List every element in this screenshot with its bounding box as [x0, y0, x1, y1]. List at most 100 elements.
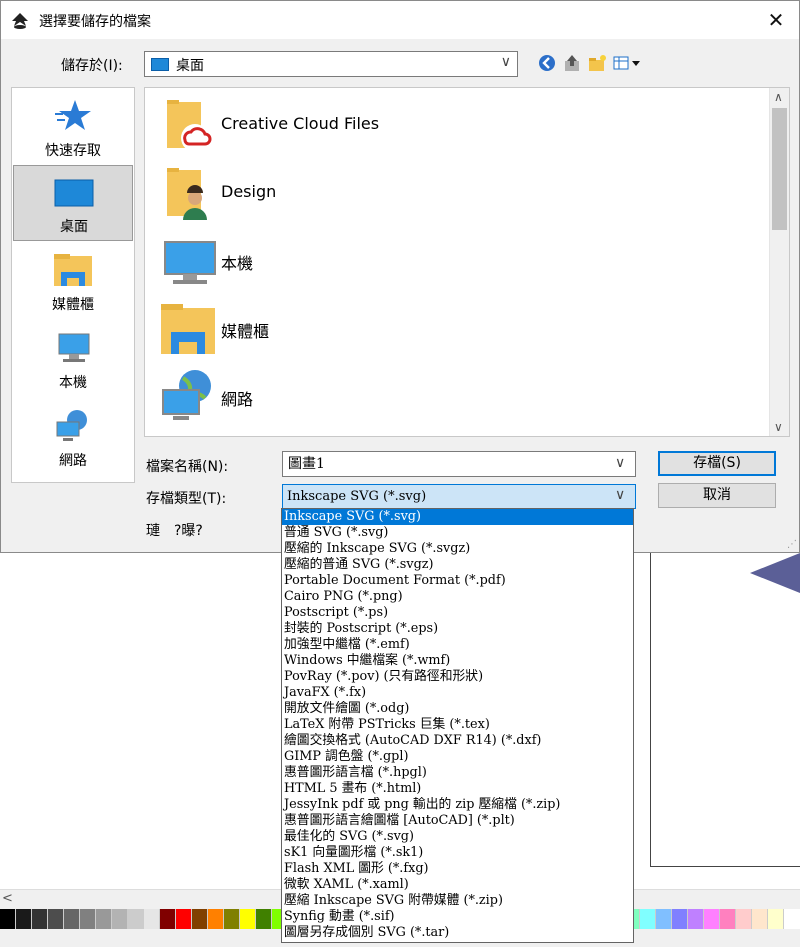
filetype-option[interactable]: Cairo PNG (*.png) [282, 589, 633, 605]
filetype-option[interactable]: 加強型中繼檔 (*.emf) [282, 637, 633, 653]
palette-swatch[interactable] [704, 909, 720, 929]
list-item[interactable]: 網路 [153, 364, 753, 428]
star-icon [55, 100, 91, 130]
palette-swatch[interactable] [240, 909, 256, 929]
chevron-down-icon[interactable]: ∨ [615, 455, 625, 471]
view-menu-icon[interactable] [612, 53, 644, 73]
filename-label: 檔案名稱(N): [146, 459, 229, 475]
file-list[interactable]: Creative Cloud Files Design 本機 媒體櫃 網路 ∧ … [144, 87, 790, 437]
palette-swatch[interactable] [128, 909, 144, 929]
filetype-dropdown[interactable]: Inkscape SVG (*.svg) [282, 484, 636, 509]
new-folder-icon[interactable] [587, 53, 607, 73]
filetype-option[interactable]: Flash XML 圖形 (*.fxg) [282, 861, 633, 877]
resize-grip-icon[interactable]: ⋰ [787, 539, 797, 550]
filetype-option[interactable]: HTML 5 畫布 (*.html) [282, 781, 633, 797]
save-button[interactable]: 存檔(S) [658, 451, 776, 476]
palette-swatch[interactable] [208, 909, 224, 929]
filetype-option[interactable]: 封裝的 Postscript (*.eps) [282, 621, 633, 637]
computer-icon [58, 333, 90, 362]
place-label: 快速存取 [45, 143, 101, 159]
filetype-option[interactable]: 最佳化的 SVG (*.svg) [282, 829, 633, 845]
file-name: 本機 [221, 254, 254, 273]
palette-swatch[interactable] [672, 909, 688, 929]
filetype-option[interactable]: JessyInk pdf 或 png 輸出的 zip 壓縮檔 (*.zip) [282, 797, 633, 813]
desktop-icon [54, 179, 94, 207]
palette-swatch[interactable] [160, 909, 176, 929]
palette-swatch[interactable] [224, 909, 240, 929]
palette-swatch[interactable] [64, 909, 80, 929]
place-label: 本機 [59, 375, 87, 391]
save-in-label: 儲存於(I): [61, 58, 123, 74]
palette-swatch[interactable] [144, 909, 160, 929]
list-item[interactable]: Design [153, 160, 753, 224]
place-this-pc[interactable]: 本機 [13, 322, 133, 398]
filetype-option[interactable]: 繪圖交換格式 (AutoCAD DXF R14) (*.dxf) [282, 733, 633, 749]
filetype-option[interactable]: 圖層另存成個別 SVG (*.tar) [282, 925, 633, 941]
cancel-button[interactable]: 取消 [658, 483, 776, 508]
palette-swatch[interactable] [48, 909, 64, 929]
palette-swatch[interactable] [656, 909, 672, 929]
palette-swatch[interactable] [768, 909, 784, 929]
palette-swatch[interactable] [688, 909, 704, 929]
scroll-thumb[interactable] [772, 108, 787, 230]
palette-swatch[interactable] [96, 909, 112, 929]
file-name: 網路 [221, 390, 254, 409]
filetype-label: 存檔類型(T): [146, 491, 227, 507]
chevron-down-icon: ∨ [500, 54, 511, 70]
palette-swatch[interactable] [640, 909, 656, 929]
filetype-option[interactable]: 惠普圖形語言繪圖檔 [AutoCAD] (*.plt) [282, 813, 633, 829]
palette-swatch[interactable] [192, 909, 208, 929]
filetype-option[interactable]: GIMP 調色盤 (*.gpl) [282, 749, 633, 765]
palette-swatch[interactable] [256, 909, 272, 929]
vertical-scrollbar[interactable]: ∧ ∨ [769, 88, 789, 436]
scroll-left-icon[interactable]: < [2, 891, 13, 906]
filetype-option[interactable]: 惠普圖形語言檔 (*.hpgl) [282, 765, 633, 781]
palette-swatch[interactable] [176, 909, 192, 929]
chevron-down-icon[interactable]: ∨ [615, 487, 625, 503]
save-in-value: 桌面 [176, 58, 204, 74]
save-file-dialog: 選擇要儲存的檔案 ✕ 儲存於(I): 桌面 ∨ 快速存取 桌面 媒體櫃 本機 網… [0, 0, 800, 553]
filetype-option[interactable]: Inkscape SVG (*.svg) [282, 509, 633, 525]
filetype-option[interactable]: 微軟 XAML (*.xaml) [282, 877, 633, 893]
filetype-option[interactable]: JavaFX (*.fx) [282, 685, 633, 701]
filetype-option[interactable]: 壓縮的普通 SVG (*.svgz) [282, 557, 633, 573]
filetype-option[interactable]: 普通 SVG (*.svg) [282, 525, 633, 541]
list-item[interactable]: Creative Cloud Files [153, 92, 753, 156]
filetype-option[interactable]: Windows 中繼檔案 (*.wmf) [282, 653, 633, 669]
palette-swatch[interactable] [720, 909, 736, 929]
place-network[interactable]: 網路 [13, 400, 133, 476]
filetype-option[interactable]: LaTeX 附帶 PSTricks 巨集 (*.tex) [282, 717, 633, 733]
palette-swatch[interactable] [80, 909, 96, 929]
palette-swatch[interactable] [736, 909, 752, 929]
canvas-page [650, 553, 800, 867]
palette-swatch[interactable] [16, 909, 32, 929]
back-icon[interactable] [537, 53, 557, 73]
filetype-option[interactable]: Portable Document Format (*.pdf) [282, 573, 633, 589]
close-button[interactable]: ✕ [753, 1, 799, 39]
filetype-option[interactable]: PovRay (*.pov) (只有路徑和形狀) [282, 669, 633, 685]
chevron-up-icon[interactable]: ∧ [774, 90, 783, 104]
filetype-option[interactable]: Postscript (*.ps) [282, 605, 633, 621]
list-item[interactable]: 本機 [153, 228, 753, 292]
filetype-options-list[interactable]: Inkscape SVG (*.svg) 普通 SVG (*.svg) 壓縮的 In… [281, 508, 634, 943]
palette-swatch[interactable] [32, 909, 48, 929]
list-item[interactable]: 媒體櫃 [153, 296, 753, 360]
place-libraries[interactable]: 媒體櫃 [13, 244, 133, 320]
filename-input[interactable]: 圖畫1 [282, 451, 636, 477]
up-folder-icon[interactable] [562, 53, 582, 73]
palette-swatch[interactable] [752, 909, 768, 929]
place-desktop[interactable]: 桌面 [13, 165, 133, 241]
inkscape-logo-icon [12, 13, 28, 29]
palette-swatch[interactable] [0, 909, 16, 929]
filetype-option[interactable]: 開放文件繪圖 (*.odg) [282, 701, 633, 717]
palette-swatch[interactable] [112, 909, 128, 929]
user-folder-icon [167, 168, 207, 220]
save-in-dropdown[interactable]: 桌面 ∨ [144, 51, 518, 77]
title-bar: 選擇要儲存的檔案 ✕ [1, 1, 799, 39]
filetype-option[interactable]: sK1 向量圖形檔 (*.sk1) [282, 845, 633, 861]
filetype-option[interactable]: 壓縮 Inkscape SVG 附帶媒體 (*.zip) [282, 893, 633, 909]
filetype-option[interactable]: 壓縮的 Inkscape SVG (*.svgz) [282, 541, 633, 557]
chevron-down-icon[interactable]: ∨ [774, 420, 783, 434]
place-quick-access[interactable]: 快速存取 [13, 90, 133, 166]
filetype-option[interactable]: Synfig 動畫 (*.sif) [282, 909, 633, 925]
